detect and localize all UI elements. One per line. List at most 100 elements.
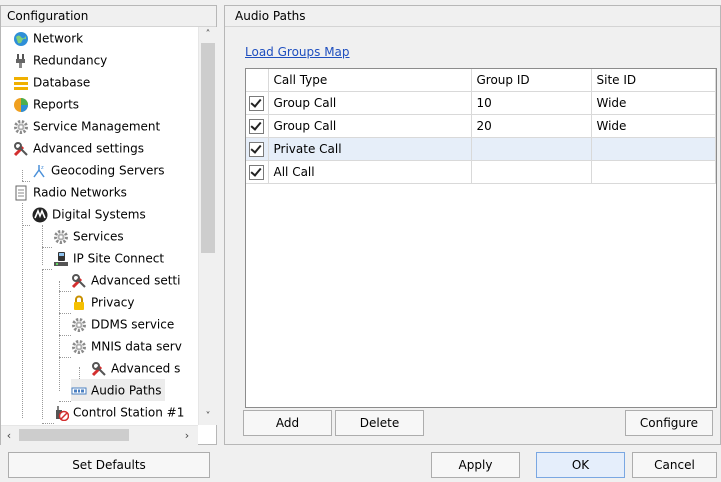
tree-item-radio-networks[interactable]: Radio Networks: [13, 181, 127, 203]
cell-call-type[interactable]: Group Call: [268, 114, 472, 138]
tree-item-services[interactable]: Services: [53, 225, 124, 247]
tree-item-advanced-settings[interactable]: Advanced settings: [13, 137, 144, 159]
tree-label: Advanced settings: [33, 141, 144, 156]
cell-site-id[interactable]: [591, 160, 716, 184]
control-station-icon: [53, 405, 69, 421]
tree-item-reports[interactable]: Reports: [13, 93, 79, 115]
column-header-checkbox: [246, 69, 269, 92]
cell-group-id[interactable]: 10: [471, 91, 592, 115]
tree-item-privacy[interactable]: Privacy: [71, 291, 134, 313]
tree-item-advanced-settings-ipsc[interactable]: Advanced setti: [71, 269, 180, 291]
vertical-scroll-thumb[interactable]: [201, 43, 215, 253]
row-checkbox[interactable]: [249, 164, 265, 180]
svg-text:z: z: [41, 165, 44, 171]
configure-button[interactable]: Configure: [625, 410, 713, 436]
configuration-panel: Configuration Network Redundancy Databas…: [0, 5, 217, 445]
tree-item-audio-paths[interactable]: Audio Paths: [71, 379, 165, 401]
motorola-icon: [32, 207, 48, 223]
table-row[interactable]: All Call: [246, 160, 716, 184]
tree-label: Advanced s: [111, 361, 181, 376]
scroll-down-icon[interactable]: ˅: [199, 409, 217, 425]
cell-site-id[interactable]: Wide: [591, 91, 716, 115]
tree-label: Reports: [33, 97, 80, 112]
row-checkbox[interactable]: [249, 118, 265, 134]
reports-icon: [13, 97, 29, 113]
tree-item-digital-systems[interactable]: Digital Systems: [32, 203, 146, 225]
audio-paths-title: Audio Paths: [225, 6, 720, 27]
globe-icon: [13, 31, 29, 47]
tree-label: Database: [33, 75, 91, 90]
set-defaults-button[interactable]: Set Defaults: [8, 452, 210, 478]
tree-item-service-management[interactable]: Service Management: [13, 115, 160, 137]
column-header-group-id[interactable]: Group ID: [471, 69, 592, 92]
cell-call-type[interactable]: Group Call: [268, 91, 472, 115]
cell-group-id[interactable]: 20: [471, 114, 592, 138]
tree-label: Privacy: [91, 295, 135, 310]
tree-item-mnis-data-service[interactable]: MNIS data serv: [71, 335, 182, 357]
tree-item-redundancy[interactable]: Redundancy: [13, 49, 107, 71]
table-row[interactable]: Group Call 10 Wide: [246, 91, 716, 115]
tree-label: Digital Systems: [52, 207, 146, 222]
audio-paths-icon: [71, 383, 87, 399]
tree-item-control-station[interactable]: Control Station #1: [53, 401, 184, 423]
tree-item-ip-site-connect[interactable]: IP Site Connect: [53, 247, 164, 269]
tree-label: Advanced setti: [91, 273, 181, 288]
plug-icon: [13, 53, 29, 69]
tree-label: Network: [33, 31, 84, 46]
row-checkbox[interactable]: [249, 95, 265, 111]
audio-paths-grid: Call Type Group ID Site ID Group Call 10…: [245, 68, 717, 408]
tree-label: DDMS service: [91, 317, 175, 332]
audio-paths-panel: Audio Paths Load Groups Map Call Type Gr…: [224, 5, 721, 445]
tools-icon: [71, 273, 87, 289]
cancel-button[interactable]: Cancel: [632, 452, 717, 478]
tree-label: Radio Networks: [33, 185, 127, 200]
tree-item-network[interactable]: Network: [13, 27, 83, 49]
gear-icon: [53, 229, 69, 245]
tree-vertical-scrollbar[interactable]: ˄ ˅: [198, 27, 217, 425]
tree-label: IP Site Connect: [73, 251, 165, 266]
tree-label: Service Management: [33, 119, 161, 134]
cell-site-id[interactable]: Wide: [591, 114, 716, 138]
audio-paths-table: Call Type Group ID Site ID Group Call 10…: [246, 69, 716, 184]
tree-horizontal-scrollbar[interactable]: ‹ ›: [1, 425, 198, 445]
tree-item-advanced-settings-mnis[interactable]: Advanced s: [91, 357, 180, 379]
apply-button[interactable]: Apply: [431, 452, 520, 478]
tree-label: Geocoding Servers: [51, 163, 165, 178]
tree-item-database[interactable]: Database: [13, 71, 90, 93]
table-row-selected[interactable]: Private Call: [246, 137, 716, 161]
gear-icon: [71, 339, 87, 355]
scroll-left-icon[interactable]: ‹: [1, 426, 17, 445]
tree-item-ddms-service[interactable]: DDMS service: [71, 313, 174, 335]
column-header-call-type[interactable]: Call Type: [268, 69, 472, 92]
document-icon: [13, 185, 29, 201]
table-row[interactable]: Group Call 20 Wide: [246, 114, 716, 138]
delete-button[interactable]: Delete: [335, 410, 424, 436]
tree-label: Services: [73, 229, 124, 244]
tree-item-geocoding-servers[interactable]: z Geocoding Servers: [31, 159, 165, 181]
cell-call-type[interactable]: Private Call: [268, 137, 472, 161]
tools-icon: [13, 141, 29, 157]
site-connect-icon: [53, 251, 69, 267]
cell-call-type[interactable]: All Call: [268, 160, 472, 184]
scroll-up-icon[interactable]: ˄: [199, 27, 217, 43]
cell-site-id[interactable]: [591, 137, 716, 161]
table-header-row: Call Type Group ID Site ID: [246, 69, 716, 92]
configuration-panel-title: Configuration: [1, 6, 216, 27]
ok-button[interactable]: OK: [536, 452, 625, 478]
column-header-site-id[interactable]: Site ID: [591, 69, 716, 92]
tree-label: Audio Paths: [91, 383, 162, 398]
tree-label: Redundancy: [33, 53, 108, 68]
load-groups-map-link[interactable]: Load Groups Map: [245, 45, 350, 59]
tree-label: Control Station #1: [73, 405, 185, 420]
horizontal-scroll-thumb[interactable]: [19, 429, 129, 441]
add-button[interactable]: Add: [243, 410, 332, 436]
lock-icon: [71, 295, 87, 311]
gear-icon: [13, 119, 29, 135]
geocoding-icon: z: [31, 163, 47, 179]
database-icon: [13, 75, 29, 91]
cell-group-id[interactable]: [471, 160, 592, 184]
row-checkbox[interactable]: [249, 141, 265, 157]
configuration-tree: Network Redundancy Database Reports Serv…: [1, 27, 198, 425]
cell-group-id[interactable]: [471, 137, 592, 161]
scroll-right-icon[interactable]: ›: [179, 426, 195, 445]
